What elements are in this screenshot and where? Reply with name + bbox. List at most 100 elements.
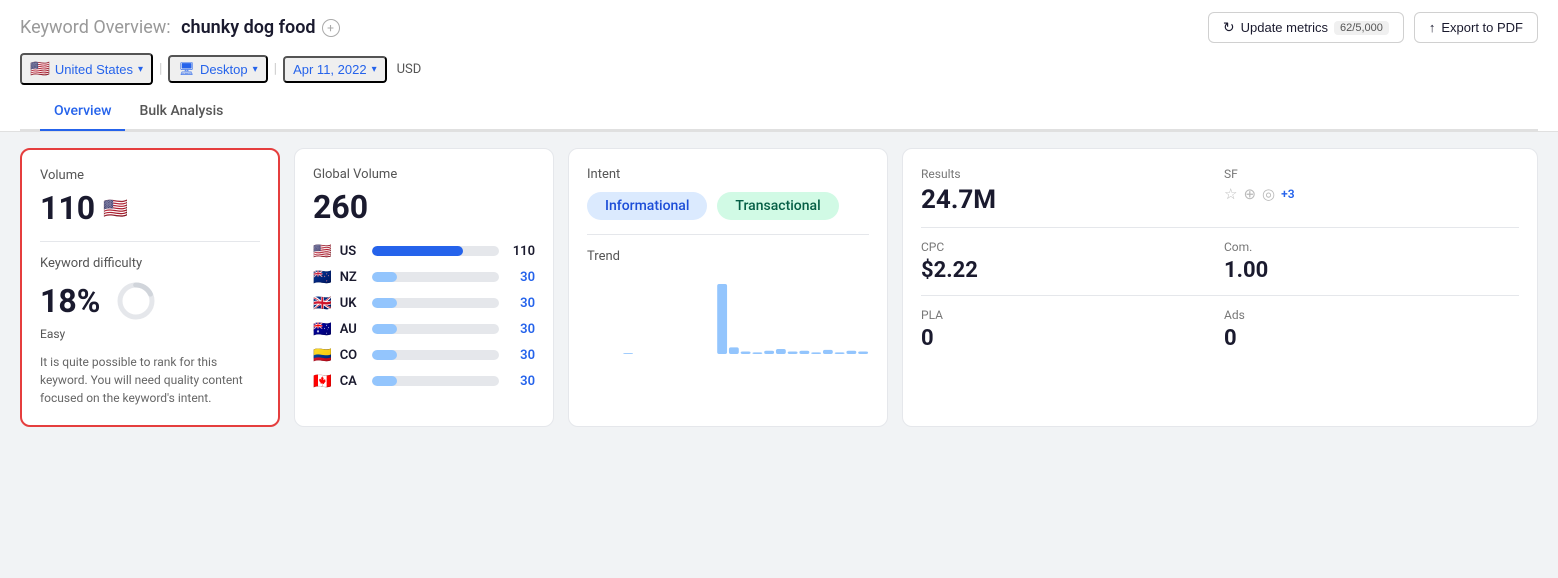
com-label: Com. xyxy=(1224,240,1519,254)
device-chevron-icon: ▾ xyxy=(253,64,258,75)
trend-section: Trend xyxy=(587,249,869,358)
com-value: 1.00 xyxy=(1224,258,1519,283)
country-bar-fill xyxy=(372,298,397,308)
volume-value-row: 110 🇺🇸 xyxy=(40,189,260,227)
country-bar-fill xyxy=(372,272,397,282)
country-flag: 🇺🇸 xyxy=(30,59,50,79)
country-code: US xyxy=(340,244,364,259)
header-actions: ↻ Update metrics 62/5,000 ↑ Export to PD… xyxy=(1208,12,1538,43)
intent-label: Intent xyxy=(587,167,869,182)
tab-overview[interactable]: Overview xyxy=(40,93,125,131)
country-code: CO xyxy=(340,348,364,363)
country-bar-container xyxy=(372,272,499,282)
pla-value: 0 xyxy=(921,326,1216,351)
intent-badges: Informational Transactional xyxy=(587,192,869,220)
country-list: 🇺🇸 US 110 🇳🇿 NZ 30 🇬🇧 UK 30 🇦🇺 AU xyxy=(313,242,535,390)
keyword-text: chunky dog food xyxy=(181,17,315,38)
refresh-icon: ↻ xyxy=(1223,19,1235,36)
country-row: 🇬🇧 UK 30 xyxy=(313,294,535,312)
country-row: 🇦🇺 AU 30 xyxy=(313,320,535,338)
country-label: United States xyxy=(55,62,133,77)
country-row: 🇨🇦 CA 30 xyxy=(313,372,535,390)
ads-label: Ads xyxy=(1224,308,1519,322)
results-label: Results xyxy=(921,167,1216,181)
device-label: Desktop xyxy=(200,62,248,77)
country-filter[interactable]: 🇺🇸 United States ▾ xyxy=(20,53,153,85)
pla-block: PLA 0 xyxy=(921,308,1216,351)
country-bar-container xyxy=(372,376,499,386)
volume-card: Volume 110 🇺🇸 Keyword difficulty 18% Eas… xyxy=(20,148,280,427)
country-flag-icon: 🇬🇧 xyxy=(313,294,332,312)
country-value: 30 xyxy=(507,348,535,363)
country-bar-fill xyxy=(372,246,464,256)
country-code: NZ xyxy=(340,270,364,285)
global-volume-label: Global Volume xyxy=(313,167,535,182)
intent-trend-card: Intent Informational Transactional Trend xyxy=(568,148,888,427)
country-bar-container xyxy=(372,324,499,334)
sf-link-icon: ⊕ xyxy=(1243,185,1256,203)
main-content: Volume 110 🇺🇸 Keyword difficulty 18% Eas… xyxy=(0,132,1558,443)
export-icon: ↑ xyxy=(1429,20,1436,35)
filter-bar: 🇺🇸 United States ▾ | 🖥 Desktop ▾ | Apr 1… xyxy=(20,53,1538,93)
global-volume-value: 260 xyxy=(313,188,535,226)
update-metrics-label: Update metrics xyxy=(1241,20,1328,35)
country-code: CA xyxy=(340,374,364,389)
volume-flag: 🇺🇸 xyxy=(103,196,128,220)
results-bot-row: PLA 0 Ads 0 xyxy=(921,308,1519,351)
results-card: Results 24.7M SF ☆ ⊕ ◎ +3 CPC $2.22 Com.… xyxy=(902,148,1538,427)
tab-bulk-analysis[interactable]: Bulk Analysis xyxy=(125,93,237,131)
results-mid-row: CPC $2.22 Com. 1.00 xyxy=(921,240,1519,296)
export-pdf-button[interactable]: ↑ Export to PDF xyxy=(1414,12,1538,43)
kd-description: It is quite possible to rank for this ke… xyxy=(40,353,260,407)
intent-badge-transactional: Transactional xyxy=(717,192,838,220)
page-title: Keyword Overview: chunky dog food xyxy=(20,17,316,38)
country-value: 30 xyxy=(507,270,535,285)
results-top-row: Results 24.7M SF ☆ ⊕ ◎ +3 xyxy=(921,167,1519,228)
update-metrics-button[interactable]: ↻ Update metrics 62/5,000 xyxy=(1208,12,1404,43)
sf-star-icon: ☆ xyxy=(1224,185,1237,203)
kd-value-row: 18% xyxy=(40,279,260,323)
sf-icons-row: ☆ ⊕ ◎ +3 xyxy=(1224,185,1519,203)
results-block: Results 24.7M xyxy=(921,167,1216,215)
volume-divider xyxy=(40,241,260,242)
kd-easy-label: Easy xyxy=(40,327,260,341)
country-row: 🇳🇿 NZ 30 xyxy=(313,268,535,286)
kd-label: Keyword difficulty xyxy=(40,256,260,271)
tab-bar: Overview Bulk Analysis xyxy=(20,93,1538,131)
ads-value: 0 xyxy=(1224,326,1519,351)
country-bar-container xyxy=(372,298,499,308)
country-value: 30 xyxy=(507,296,535,311)
country-flag-icon: 🇺🇸 xyxy=(313,242,332,260)
country-code: AU xyxy=(340,322,364,337)
cpc-value: $2.22 xyxy=(921,258,1216,283)
intent-section: Intent Informational Transactional xyxy=(587,167,869,235)
volume-value: 110 xyxy=(40,189,95,227)
kd-section: Keyword difficulty 18% Easy It is quite … xyxy=(40,256,260,407)
country-chevron-icon: ▾ xyxy=(138,64,143,75)
cpc-block: CPC $2.22 xyxy=(921,240,1216,283)
date-filter[interactable]: Apr 11, 2022 ▾ xyxy=(283,56,387,83)
device-filter[interactable]: 🖥 Desktop ▾ xyxy=(168,55,267,83)
global-volume-number: 260 xyxy=(313,188,368,226)
export-pdf-label: Export to PDF xyxy=(1441,20,1523,35)
sf-plus-label: +3 xyxy=(1281,187,1294,201)
ads-block: Ads 0 xyxy=(1224,308,1519,351)
filter-separator-2: | xyxy=(274,61,277,77)
filter-separator-1: | xyxy=(159,61,162,77)
country-bar-container xyxy=(372,350,499,360)
global-volume-card: Global Volume 260 🇺🇸 US 110 🇳🇿 NZ 30 🇬🇧 … xyxy=(294,148,554,427)
country-bar-fill xyxy=(372,376,397,386)
com-block: Com. 1.00 xyxy=(1224,240,1519,283)
results-value: 24.7M xyxy=(921,185,1216,215)
add-keyword-icon[interactable]: + xyxy=(322,19,340,37)
country-flag-icon: 🇨🇦 xyxy=(313,372,332,390)
kd-donut-chart xyxy=(114,279,158,323)
update-metrics-badge: 62/5,000 xyxy=(1334,21,1389,35)
intent-badge-informational: Informational xyxy=(587,192,707,220)
country-bar-container xyxy=(372,246,499,256)
currency-label: USD xyxy=(397,62,422,77)
trend-label: Trend xyxy=(587,249,869,264)
country-flag-icon: 🇳🇿 xyxy=(313,268,332,286)
trend-chart xyxy=(587,274,869,354)
country-row: 🇺🇸 US 110 xyxy=(313,242,535,260)
